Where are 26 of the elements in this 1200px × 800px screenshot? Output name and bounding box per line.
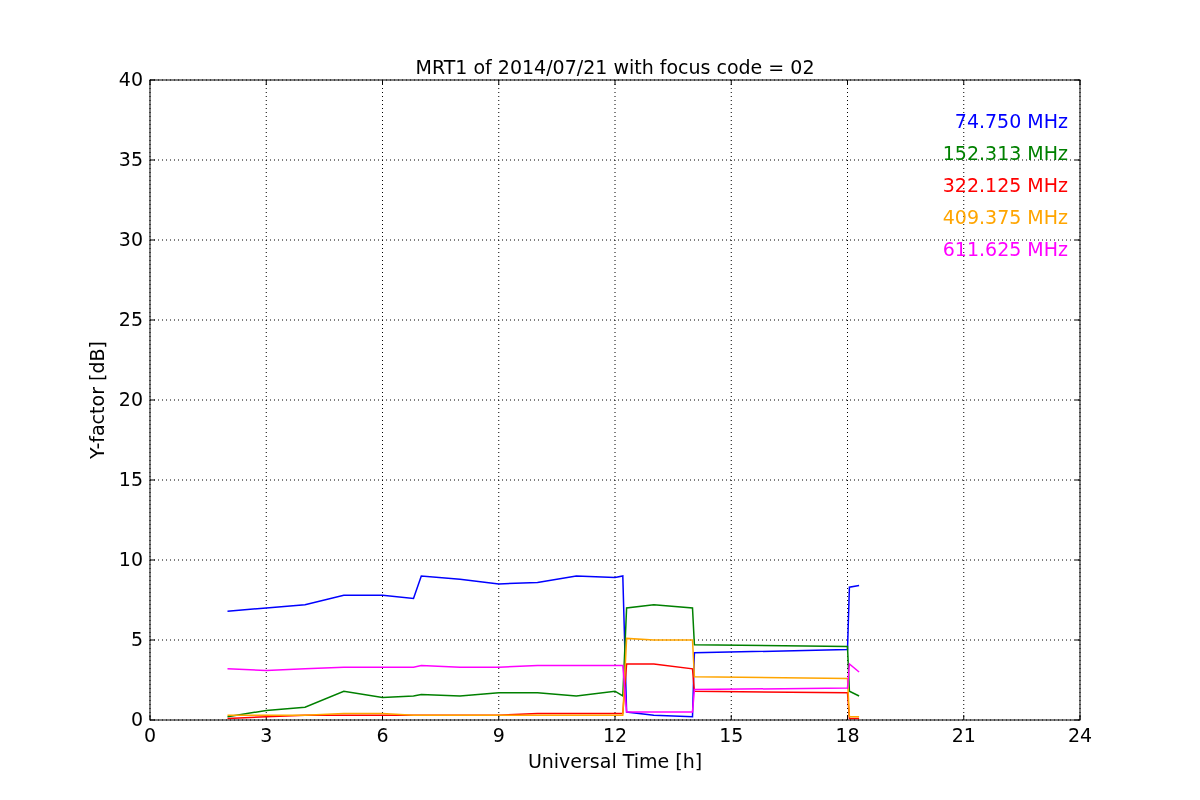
y-tick-label: 10 xyxy=(118,548,143,570)
x-tick-label: 9 xyxy=(492,724,505,746)
x-tick-label: 15 xyxy=(719,724,744,746)
x-axis-label: Universal Time [h] xyxy=(527,750,703,772)
y-tick-label: 0 xyxy=(130,708,143,730)
legend-label: 152.313 MHz xyxy=(942,142,1068,164)
x-tick-label: 21 xyxy=(951,724,976,746)
x-tick-label: 18 xyxy=(835,724,860,746)
y-tick-label: 15 xyxy=(118,468,143,490)
chart-title: MRT1 of 2014/07/21 with focus code = 02 xyxy=(415,56,815,78)
y-axis-label: Y-factor [dB] xyxy=(86,341,108,459)
x-tick-label: 6 xyxy=(376,724,389,746)
x-tick-label: 12 xyxy=(602,724,628,746)
x-tick-label: 3 xyxy=(260,724,273,746)
legend-label: 74.750 MHz xyxy=(954,110,1068,132)
y-tick-label: 25 xyxy=(118,308,143,330)
legend-label: 611.625 MHz xyxy=(942,238,1068,260)
y-tick-label: 30 xyxy=(118,228,143,250)
x-tick-label: 24 xyxy=(1067,724,1093,746)
y-tick-label: 5 xyxy=(130,628,143,650)
y-tick-label: 20 xyxy=(118,388,143,410)
y-tick-label: 35 xyxy=(118,148,143,170)
legend-label: 322.125 MHz xyxy=(942,174,1068,196)
legend-label: 409.375 MHz xyxy=(942,206,1068,228)
x-tick-label: 0 xyxy=(143,724,157,746)
y-tick-label: 40 xyxy=(118,68,143,90)
